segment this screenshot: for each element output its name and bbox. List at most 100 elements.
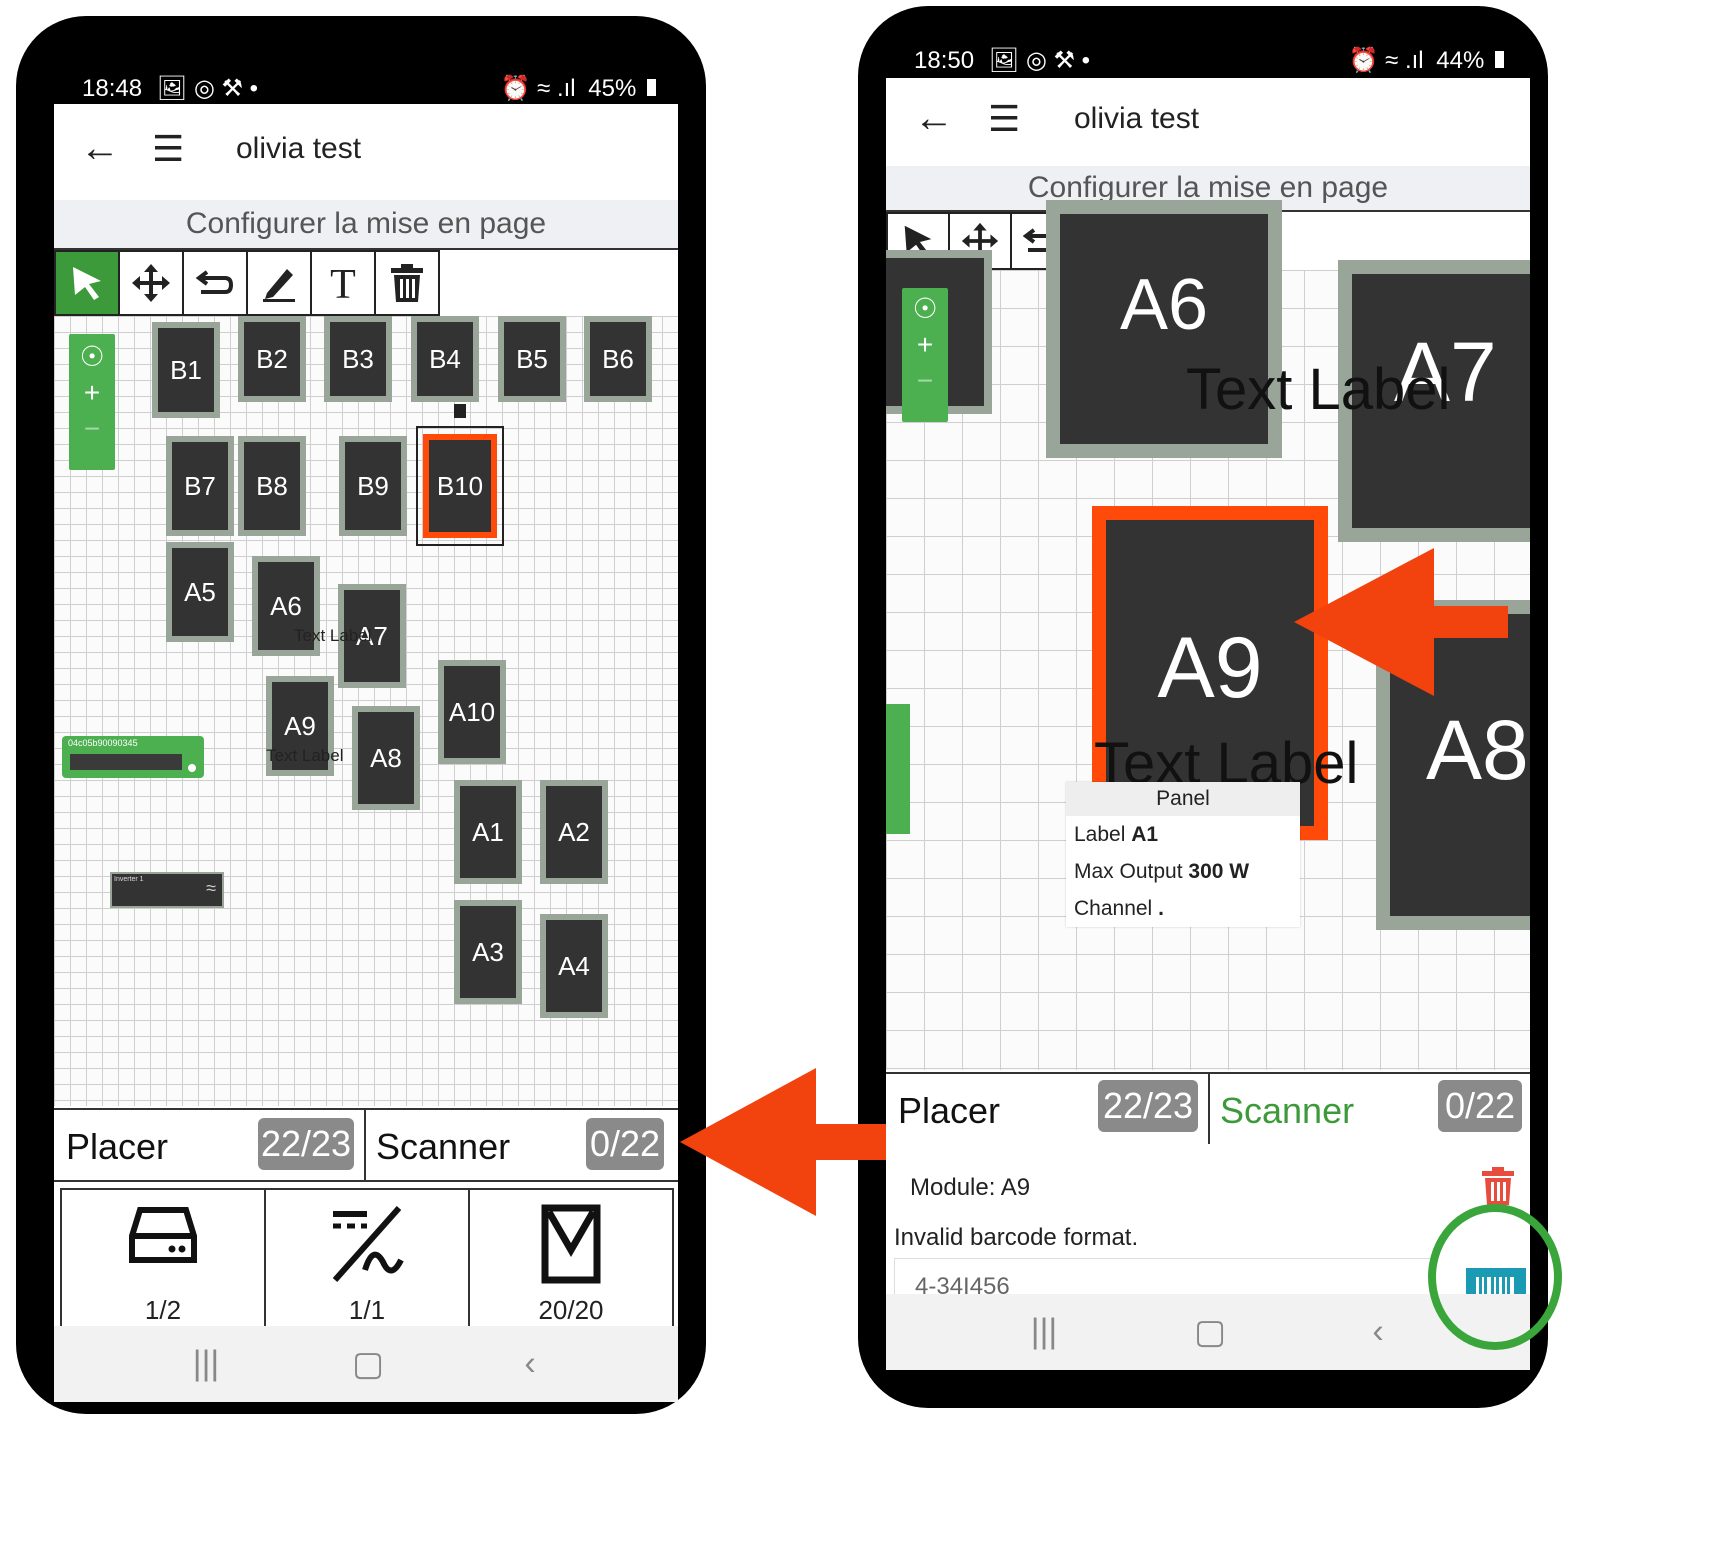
popup-title: Panel	[1066, 782, 1300, 816]
delete-tool[interactable]	[374, 250, 440, 316]
battery-icon	[647, 79, 656, 96]
error-message: Invalid barcode format.	[894, 1224, 1139, 1251]
module-a10[interactable]: A10	[438, 660, 506, 764]
panel-icon	[541, 1204, 601, 1284]
tab-scan[interactable]: Scanner 0/22	[366, 1110, 674, 1180]
trash-icon	[391, 264, 423, 302]
panel-info-popup: Panel Label A1 Max Output 300 W Channel …	[1066, 782, 1300, 927]
zoom-control: ☉ + −	[902, 288, 948, 422]
system-nav-bar: ||| ▢ ‹	[54, 1326, 678, 1402]
module-a2[interactable]: A2	[540, 780, 608, 884]
module-a4[interactable]: A4	[540, 914, 608, 1018]
module-a8[interactable]: A8	[352, 706, 420, 810]
inverter-count: 1/2	[144, 1295, 182, 1325]
status-notification-icons: 🖼 ◎ ⚒ •	[988, 47, 1091, 74]
tab-scan[interactable]: Scanner 0/22	[1210, 1074, 1528, 1144]
module-a3[interactable]: A3	[454, 900, 522, 1004]
gateway-device[interactable]: 04c05b90090345	[62, 736, 204, 778]
module-b9[interactable]: B9	[339, 436, 407, 536]
orange-arrow-icon	[1294, 548, 1508, 696]
home-icon[interactable]: ▢	[1194, 1312, 1226, 1352]
module-b8[interactable]: B8	[238, 436, 306, 536]
zoom-control: ☉ + −	[69, 334, 115, 470]
undo-arrow-icon	[195, 270, 234, 294]
recent-apps-icon[interactable]: |||	[1031, 1313, 1058, 1352]
project-title: olivia test	[236, 132, 362, 165]
battery-icon	[1495, 51, 1504, 68]
module-b2[interactable]: B2	[238, 316, 306, 402]
module-b5[interactable]: B5	[498, 316, 566, 402]
zoom-in-icon[interactable]: +	[69, 377, 115, 409]
status-time: 18:48	[82, 75, 143, 102]
orange-arrow-icon	[680, 1068, 886, 1216]
panel-count: 20/20	[538, 1295, 604, 1325]
inverter-summary[interactable]: 1/2	[60, 1188, 266, 1328]
gateway-id: 04c05b90090345	[68, 738, 138, 748]
trash-icon[interactable]	[1480, 1166, 1516, 1206]
zoom-out-icon[interactable]: −	[902, 365, 948, 397]
move-arrows-icon	[132, 264, 170, 302]
mode-tabs: Placer 22/23 Scanner 0/22	[886, 1072, 1530, 1146]
arrow-left-icon[interactable]: ←	[80, 126, 120, 171]
move-tool[interactable]	[118, 250, 184, 316]
module-b10[interactable]: B10	[423, 434, 497, 538]
svg-text:T: T	[330, 263, 356, 303]
text-t-icon: T	[330, 263, 356, 303]
module-b7[interactable]: B7	[166, 436, 234, 536]
hamburger-icon[interactable]: ☰	[152, 128, 184, 170]
module-b6[interactable]: B6	[584, 316, 652, 402]
inverter-label: Inverter 1	[114, 876, 144, 883]
status-signal-icons: ⏰ ≈ .ıl	[500, 75, 576, 102]
optimizer-summary[interactable]: 1/1	[264, 1188, 470, 1328]
place-count-badge: 22/23	[258, 1118, 354, 1170]
text-label[interactable]: Text Label	[1186, 356, 1450, 423]
module-b1[interactable]: B1	[152, 322, 220, 418]
text-label[interactable]: Text Label	[266, 746, 344, 766]
arrow-left-icon[interactable]: ←	[914, 96, 954, 141]
zoom-in-icon[interactable]: +	[902, 329, 948, 361]
status-time: 18:50	[914, 47, 975, 74]
hamburger-icon[interactable]: ☰	[988, 98, 1020, 140]
cursor-arrow-icon	[73, 267, 101, 300]
right-phone: 18:50 🖼 ◎ ⚒ • ⏰ ≈ .ıl 44% ← ☰ olivia tes…	[858, 6, 1548, 1408]
panel-summary[interactable]: 20/20	[468, 1188, 674, 1328]
tab-place[interactable]: Placer 22/23	[888, 1074, 1210, 1144]
scan-count-badge: 0/22	[586, 1118, 664, 1170]
recenter-icon[interactable]: ☉	[69, 340, 115, 373]
status-bar: 18:50 🖼 ◎ ⚒ • ⏰ ≈ .ıl 44%	[914, 46, 1504, 76]
popup-label-row: Label A1	[1074, 823, 1159, 846]
back-nav-icon[interactable]: ‹	[524, 1345, 535, 1384]
recent-apps-icon[interactable]: |||	[193, 1345, 220, 1384]
battery-level: 45%	[588, 75, 637, 102]
text-label[interactable]: Text Label	[294, 626, 372, 646]
rotate-handle[interactable]	[454, 404, 466, 418]
app-bar: ← ☰ olivia test	[54, 104, 678, 201]
select-tool[interactable]	[54, 250, 120, 316]
project-title: olivia test	[1074, 102, 1200, 135]
undo-tool[interactable]	[182, 250, 248, 316]
popup-channel-row: Channel .	[1074, 897, 1164, 920]
partial-green-device	[886, 704, 910, 834]
module-b3[interactable]: B3	[324, 316, 392, 402]
module-a1[interactable]: A1	[454, 780, 522, 884]
app-bar: ← ☰ olivia test	[886, 78, 1530, 167]
dc-ac-icon	[332, 1206, 404, 1282]
draw-tool[interactable]	[246, 250, 312, 316]
home-icon[interactable]: ▢	[352, 1344, 384, 1384]
module-b4[interactable]: B4	[411, 316, 479, 402]
status-dot-icon	[188, 764, 196, 772]
module-a5[interactable]: A5	[166, 542, 234, 642]
layout-canvas[interactable]: ☉ + − B1 B2 B3 B4 B5 B6 B7 B8 B9 B10 A5 …	[54, 316, 678, 1106]
module-name: Module: A9	[910, 1174, 1031, 1201]
recenter-icon[interactable]: ☉	[902, 292, 948, 325]
zoom-out-icon[interactable]: −	[69, 413, 115, 445]
tab-place[interactable]: Placer 22/23	[56, 1110, 366, 1180]
edit-toolbar: T	[54, 250, 440, 316]
mode-tabs: Placer 22/23 Scanner 0/22	[54, 1108, 678, 1182]
text-tool[interactable]: T	[310, 250, 376, 316]
inverter-box-icon	[129, 1207, 197, 1263]
inverter-device[interactable]: Inverter 1 ≈	[110, 872, 224, 908]
inverter-symbol-icon: ≈	[206, 878, 216, 898]
back-nav-icon[interactable]: ‹	[1372, 1313, 1383, 1352]
device-summary: 1/2 1/1 20/20	[60, 1188, 674, 1328]
